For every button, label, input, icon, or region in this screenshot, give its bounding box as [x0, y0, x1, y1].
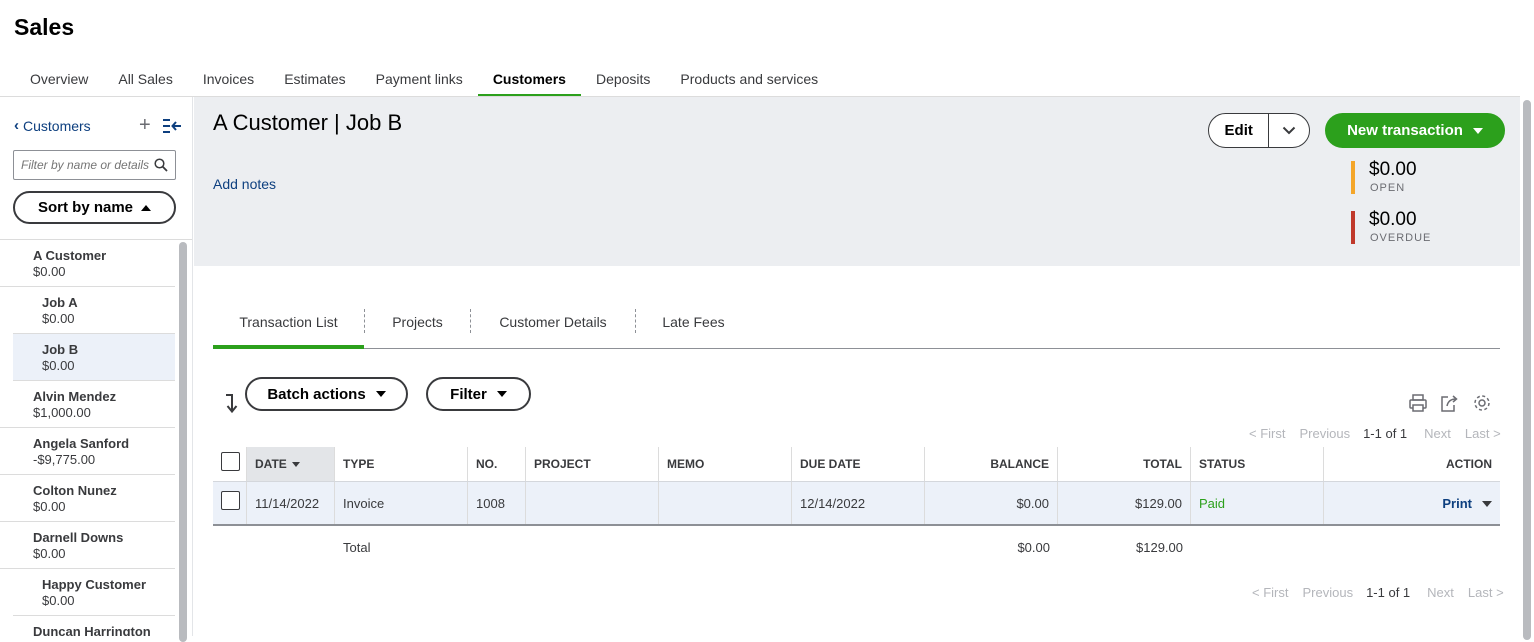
print-icon[interactable]	[1408, 393, 1428, 413]
overdue-indicator-bar	[1351, 211, 1355, 244]
list-item[interactable]: Job A $0.00	[13, 287, 175, 334]
page-title: Sales	[14, 14, 75, 40]
tab-payment-links[interactable]: Payment links	[361, 66, 478, 98]
chevron-left-icon: ‹	[14, 117, 19, 134]
list-item[interactable]: Angela Sanford -$9,775.00	[0, 428, 175, 475]
table-total-row: Total $0.00 $129.00	[213, 526, 1500, 571]
column-header-type[interactable]: TYPE	[335, 447, 468, 481]
edit-button-group: Edit	[1208, 113, 1310, 148]
customer-list: A Customer $0.00 Job A $0.00 Job B $0.00…	[0, 240, 175, 636]
column-header-no[interactable]: NO.	[468, 447, 526, 481]
tab-customers[interactable]: Customers	[477, 66, 582, 98]
column-header-action: ACTION	[1446, 457, 1492, 471]
open-balance: $0.00 OPEN	[1351, 159, 1501, 195]
pager-count: 1-1 of 1	[1363, 426, 1408, 441]
column-header-memo[interactable]: MEMO	[659, 447, 792, 481]
column-header-project[interactable]: PROJECT	[526, 447, 659, 481]
tab-products-and-services[interactable]: Products and services	[665, 66, 833, 98]
status-badge: Paid	[1191, 482, 1324, 524]
row-checkbox[interactable]	[221, 491, 240, 510]
export-icon[interactable]	[1440, 393, 1460, 413]
column-header-due-date[interactable]: DUE DATE	[792, 447, 925, 481]
total-amount: $129.00	[1136, 540, 1183, 555]
customer-sidebar: ‹ Customers + Sort by name A Customer $0…	[0, 97, 193, 642]
pager-top: < First Previous 1-1 of 1 Next Last >	[1249, 426, 1501, 441]
customer-filter	[13, 150, 176, 180]
collapse-panel-icon[interactable]	[162, 118, 182, 134]
pager-previous[interactable]: Previous	[1299, 426, 1350, 441]
caret-down-icon[interactable]	[1482, 500, 1492, 507]
column-header-date[interactable]: DATE	[247, 447, 335, 481]
caret-down-icon	[496, 391, 507, 397]
gear-icon[interactable]	[1472, 393, 1492, 413]
list-item[interactable]: A Customer $0.00	[0, 240, 175, 287]
pager-count: 1-1 of 1	[1366, 585, 1411, 600]
total-balance: $0.00	[1017, 540, 1050, 555]
add-notes-link[interactable]: Add notes	[213, 176, 276, 192]
add-customer-icon[interactable]: +	[139, 115, 151, 135]
sidebar-scrollbar[interactable]	[178, 240, 188, 642]
list-item[interactable]: Happy Customer $0.00	[13, 569, 175, 616]
tab-projects[interactable]: Projects	[365, 306, 470, 348]
column-header-status[interactable]: STATUS	[1191, 447, 1324, 481]
customer-title: A Customer | Job B	[213, 110, 403, 135]
pager-last[interactable]: Last >	[1468, 585, 1504, 600]
pager-first[interactable]: < First	[1252, 585, 1288, 600]
caret-down-icon	[375, 391, 386, 397]
tab-customer-details[interactable]: Customer Details	[471, 306, 635, 348]
back-label: Customers	[23, 117, 91, 134]
table-header-row: DATE TYPE NO. PROJECT MEMO DUE DATE BALA…	[213, 447, 1500, 481]
search-icon	[154, 158, 168, 172]
pager-next[interactable]: Next	[1427, 585, 1454, 600]
pager-next[interactable]: Next	[1424, 426, 1451, 441]
edit-dropdown-button[interactable]	[1269, 114, 1309, 147]
pager-first[interactable]: < First	[1249, 426, 1285, 441]
tab-transaction-list[interactable]: Transaction List	[213, 306, 364, 349]
pager-bottom: < First Previous 1-1 of 1 Next Last >	[1252, 585, 1504, 600]
sort-label: Sort by name	[37, 199, 134, 216]
sort-by-name-button[interactable]: Sort by name	[13, 191, 176, 224]
print-action-button[interactable]: Print	[1442, 496, 1492, 511]
column-header-total[interactable]: TOTAL	[1058, 447, 1191, 481]
batch-actions-button[interactable]: Batch actions	[245, 377, 408, 411]
select-all-checkbox[interactable]	[221, 452, 240, 471]
back-to-customers-link[interactable]: ‹ Customers	[14, 117, 91, 134]
edit-button[interactable]: Edit	[1209, 114, 1270, 147]
overdue-balance: $0.00 OVERDUE	[1351, 209, 1501, 245]
chevron-down-icon	[1282, 126, 1296, 135]
column-header-balance[interactable]: BALANCE	[925, 447, 1058, 481]
pager-previous[interactable]: Previous	[1302, 585, 1353, 600]
tab-invoices[interactable]: Invoices	[188, 66, 269, 98]
transaction-table: DATE TYPE NO. PROJECT MEMO DUE DATE BALA…	[213, 447, 1500, 571]
caret-down-icon	[1472, 127, 1483, 134]
new-transaction-button[interactable]: New transaction	[1325, 113, 1505, 148]
list-item[interactable]: Colton Nunez $0.00	[0, 475, 175, 522]
list-item-selected[interactable]: Job B $0.00	[13, 334, 175, 381]
list-item[interactable]: Darnell Downs $0.00	[0, 522, 175, 569]
tab-all-sales[interactable]: All Sales	[103, 66, 187, 98]
customer-header: A Customer | Job B Add notes Edit New tr…	[194, 97, 1520, 266]
sort-arrow-icon[interactable]	[224, 392, 240, 414]
filter-button[interactable]: Filter	[426, 377, 531, 411]
open-indicator-bar	[1351, 161, 1355, 194]
tab-overview[interactable]: Overview	[15, 66, 103, 98]
list-item[interactable]: Duncan Harrington	[0, 616, 175, 636]
page-scrollbar[interactable]	[1522, 97, 1532, 640]
tab-estimates[interactable]: Estimates	[269, 66, 360, 98]
total-label: Total	[343, 540, 371, 555]
customer-filter-input[interactable]	[14, 151, 152, 179]
table-row[interactable]: 11/14/2022 Invoice 1008 12/14/2022 $0.00…	[213, 481, 1500, 526]
caret-up-icon	[141, 204, 152, 211]
pager-last[interactable]: Last >	[1465, 426, 1501, 441]
list-item[interactable]: Alvin Mendez $1,000.00	[0, 381, 175, 428]
customer-content-tabs: Transaction List Projects Customer Detai…	[213, 306, 1500, 349]
tab-late-fees[interactable]: Late Fees	[636, 306, 751, 348]
sort-desc-icon	[291, 462, 300, 468]
sales-nav: Overview All Sales Invoices Estimates Pa…	[15, 66, 833, 98]
tab-deposits[interactable]: Deposits	[581, 66, 665, 98]
